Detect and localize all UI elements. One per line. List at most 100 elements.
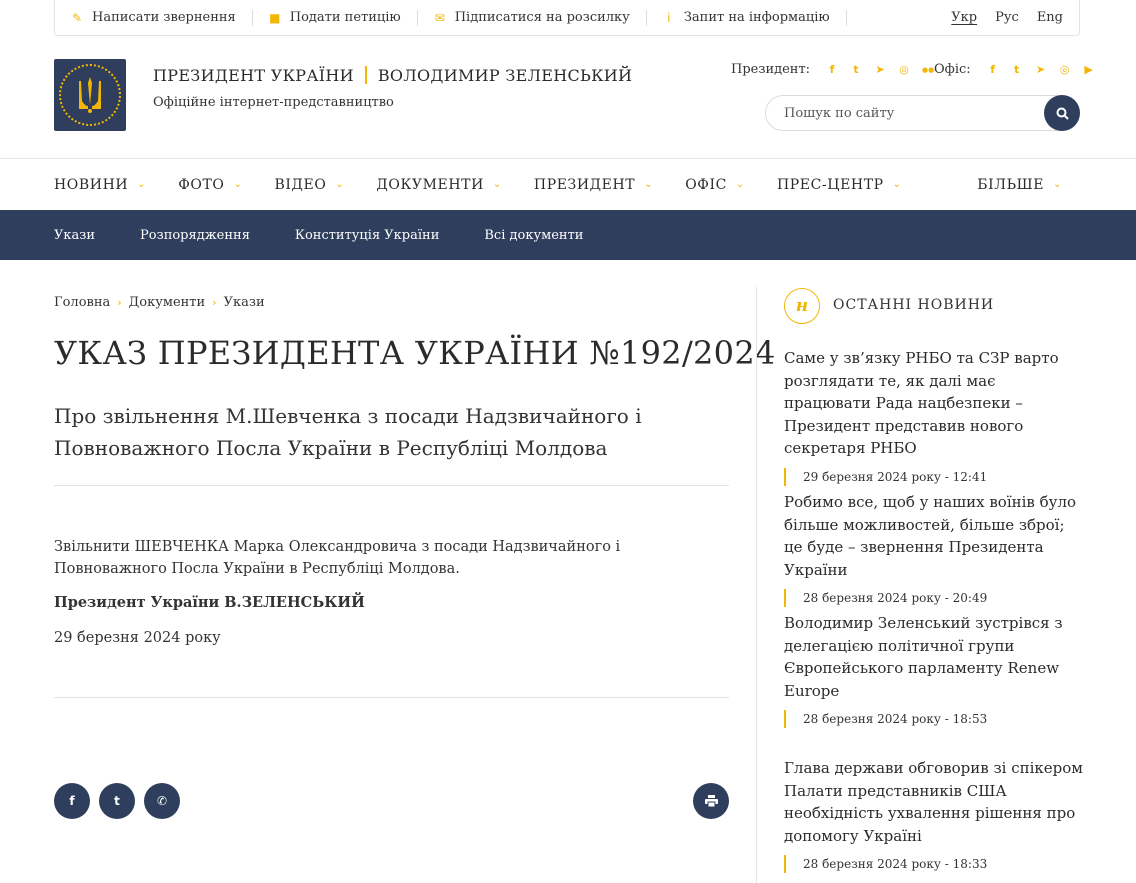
youtube-icon[interactable]: ▶ [1083,63,1095,76]
news-item[interactable]: Саме у зв’язку РНБО та СЗР варто розгляд… [784,347,1084,486]
chevron-down-icon: ⌄ [1053,179,1062,190]
nav-news[interactable]: НОВИНИ ⌄ [54,177,146,193]
office-socials: Офіс: f t ➤ ◎ ▶ [934,62,1095,77]
news-date: 28 березня 2024 року - 18:53 [784,710,1084,728]
print-icon [704,795,718,807]
twitter-icon: t [114,794,120,808]
chevron-down-icon: ⌄ [892,179,902,190]
info-icon: i [667,10,671,25]
news-headline[interactable]: Глава держави обговорив зі спікером Пала… [784,757,1084,847]
breadcrumb-decrees[interactable]: Укази [224,295,265,310]
lang-rus[interactable]: Рус [995,10,1019,25]
subscribe-link[interactable]: ✉ Підписатися на розсилку [418,9,647,26]
documents-subnav: Укази Розпорядження Конституція України … [0,210,1136,260]
decree-date: 29 березня 2024 року [54,630,221,646]
chevron-right-icon: › [212,296,217,309]
language-switcher: Укр Рус Eng [933,10,1063,25]
page-title: УКАЗ ПРЕЗИДЕНТА УКРАЇНИ №192/2024 [54,334,776,372]
subnav-constitution[interactable]: Конституція України [295,228,439,243]
search-input[interactable] [784,105,1024,121]
search-icon [1056,107,1069,120]
news-headline[interactable]: Робимо все, щоб у наших воїнів було біль… [784,491,1084,581]
nav-press-center-label: ПРЕС-ЦЕНТР [776,176,884,193]
site-subtitle: Офіційне інтернет-представництво [153,95,394,110]
site-title-left: ПРЕЗИДЕНТ УКРАЇНИ [153,66,354,85]
write-appeal-link[interactable]: ✎ Написати звернення [55,9,253,26]
news-item[interactable]: Володимир Зеленський зустрівся з делегац… [784,612,1084,728]
decree-signature: Президент України В.ЗЕЛЕНСЬКИЙ [54,594,365,611]
search-button[interactable] [1044,95,1080,131]
chevron-down-icon: ⌄ [735,179,745,190]
content-divider [54,697,729,698]
sidebar-divider [756,287,757,883]
chevron-down-icon: ⌄ [644,179,654,190]
nav-office[interactable]: ОФІС ⌄ [685,177,745,193]
telegram-icon[interactable]: ➤ [874,63,886,76]
submit-petition-label: Подати петицію [289,10,401,25]
share-twitter-button[interactable]: t [99,783,135,819]
breadcrumb-home[interactable]: Головна [54,295,110,310]
info-request-link[interactable]: i Запит на інформацію [647,9,847,26]
nav-video[interactable]: ВІДЕО ⌄ [275,177,345,193]
office-socials-label: Офіс: [934,62,971,77]
main-nav: НОВИНИ ⌄ ФОТО ⌄ ВІДЕО ⌄ ДОКУМЕНТИ ⌄ ПРЕЗИДЕН… [54,159,1080,210]
news-item[interactable]: Робимо все, щоб у наших воїнів було біль… [784,491,1084,607]
nav-more-label: БІЛЬШЕ [977,176,1045,193]
search-box [765,95,1080,131]
share-facebook-button[interactable]: f [54,783,90,819]
site-logo[interactable] [54,59,126,131]
lang-eng[interactable]: Eng [1037,10,1063,25]
facebook-icon[interactable]: f [826,63,838,76]
top-utility-bar: ✎ Написати звернення ■ Подати петицію ✉ … [54,0,1080,36]
share-whatsapp-button[interactable]: ✆ [144,783,180,819]
instagram-icon[interactable]: ◎ [898,63,910,76]
nav-video-label: ВІДЕО [274,176,327,193]
news-date: 29 березня 2024 року - 12:41 [784,467,1084,486]
nav-documents-label: ДОКУМЕНТИ [376,176,484,193]
subnav-all-documents[interactable]: Всі документи [484,228,583,243]
chevron-right-icon: › [117,296,122,309]
news-headline[interactable]: Саме у зв’язку РНБО та СЗР варто розгляд… [784,347,1084,460]
site-title-right: ВОЛОДИМИР ЗЕЛЕНСЬКИЙ [377,66,633,85]
breadcrumb: Головна › Документи › Укази [54,295,265,310]
envelope-icon: ✉ [434,10,445,25]
write-appeal-label: Написати звернення [92,10,236,25]
subscribe-label: Підписатися на розсилку [454,10,630,25]
instagram-icon[interactable]: ◎ [1059,63,1071,76]
document-icon: ■ [269,10,281,25]
nav-press-center[interactable]: ПРЕС-ЦЕНТР ⌄ [777,177,902,193]
news-date: 28 березня 2024 року - 18:33 [784,855,1084,873]
subnav-decrees[interactable]: Укази [54,228,95,243]
print-button[interactable] [693,783,729,819]
breadcrumb-documents[interactable]: Документи [129,295,206,310]
news-item[interactable]: Глава держави обговорив зі спікером Пала… [784,757,1084,873]
submit-petition-link[interactable]: ■ Подати петицію [253,9,418,26]
chevron-down-icon: ⌄ [137,179,147,190]
wreath-emblem [59,64,121,126]
pencil-icon: ✎ [71,10,83,25]
flickr-icon[interactable]: ●● [922,66,934,74]
site-title[interactable]: ПРЕЗИДЕНТ УКРАЇНИ ВОЛОДИМИР ЗЕЛЕНСЬКИЙ [153,66,632,85]
lang-ukr[interactable]: Укр [951,10,977,25]
content-divider [54,485,729,486]
nav-president[interactable]: ПРЕЗИДЕНТ ⌄ [534,177,653,193]
nav-office-label: ОФІС [685,176,727,193]
telegram-icon[interactable]: ➤ [1035,63,1047,76]
news-headline[interactable]: Володимир Зеленський зустрівся з делегац… [784,612,1084,702]
twitter-icon[interactable]: t [1011,63,1023,76]
twitter-icon[interactable]: t [850,63,862,76]
whatsapp-icon: ✆ [156,794,168,808]
decree-subtitle: Про звільнення М.Шевченка з посади Надзв… [54,404,642,460]
president-socials: Президент: f t ➤ ◎ ●● [731,62,934,77]
facebook-icon: f [69,794,75,808]
chevron-down-icon: ⌄ [233,179,243,190]
facebook-icon[interactable]: f [987,63,999,76]
nav-photo[interactable]: ФОТО ⌄ [178,177,242,193]
nav-documents[interactable]: ДОКУМЕНТИ ⌄ [376,177,502,193]
nav-more[interactable]: БІЛЬШЕ ⌄ [977,177,1062,193]
subnav-orders[interactable]: Розпорядження [140,228,250,243]
decree-body: Звільнити ШЕВЧЕНКА Марка Олександровича … [54,539,621,577]
trident-icon [79,77,101,113]
president-socials-label: Президент: [731,62,811,77]
nav-news-label: НОВИНИ [54,176,129,193]
